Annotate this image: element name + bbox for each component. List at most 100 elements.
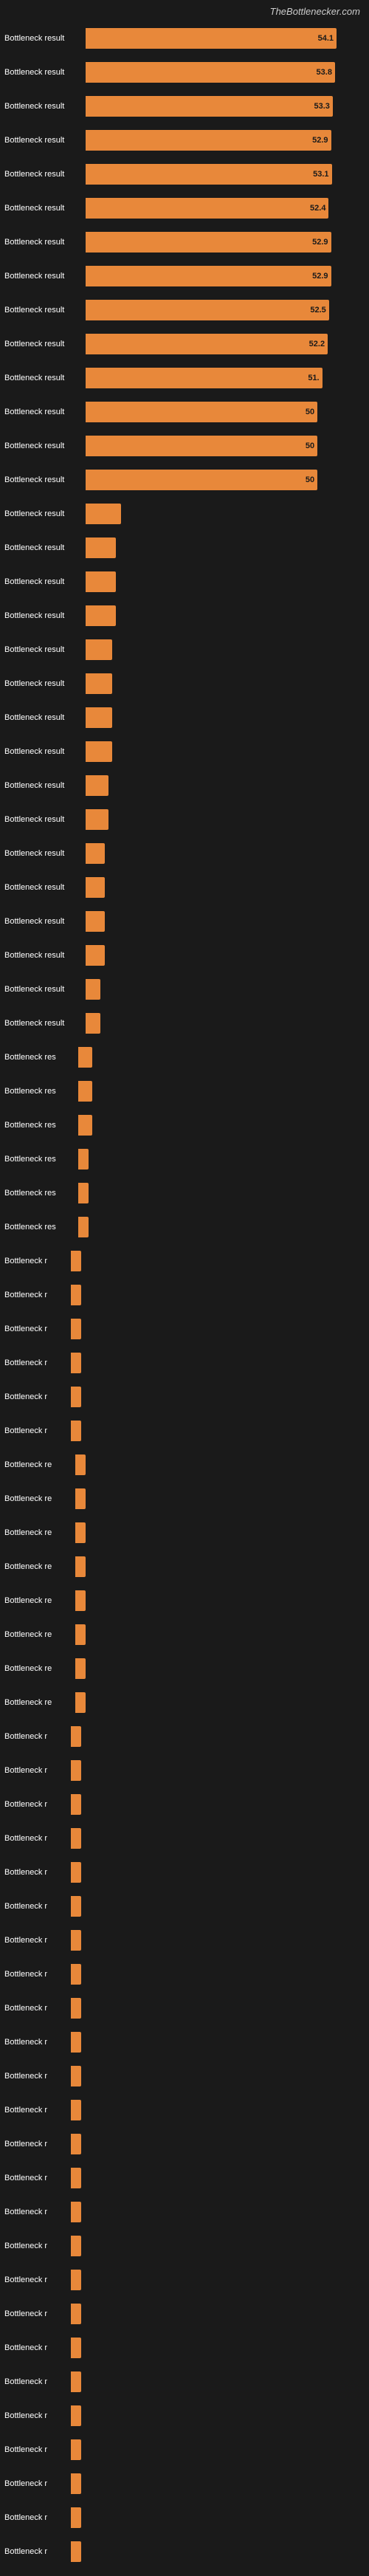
bar-row: Bottleneck r xyxy=(0,1383,369,1411)
bar-label: Bottleneck r xyxy=(4,1257,71,1265)
bar-wrapper xyxy=(71,1421,365,1441)
bar-row: Bottleneck result52.5 xyxy=(0,296,369,324)
bar-wrapper xyxy=(86,537,365,558)
bar-row: Bottleneck r xyxy=(0,2436,369,2464)
bar-label: Bottleneck result xyxy=(4,815,86,824)
bar-label: Bottleneck re xyxy=(4,1596,75,1605)
bar-fill xyxy=(71,1964,81,1985)
bar-fill xyxy=(71,1998,81,2019)
bar-wrapper: 52.4 xyxy=(86,198,365,219)
bar-label: Bottleneck r xyxy=(4,2174,71,2182)
bar-row: Bottleneck result53.1 xyxy=(0,160,369,188)
bar-row: Bottleneck r xyxy=(0,1417,369,1445)
bar-row: Bottleneck result xyxy=(0,670,369,698)
bar-wrapper: 52.9 xyxy=(86,130,365,151)
bar-fill xyxy=(75,1692,86,1713)
bar-wrapper: 54.1 xyxy=(86,28,365,49)
bar-row: Bottleneck result50 xyxy=(0,466,369,494)
bar-fill xyxy=(86,639,112,660)
bar-fill xyxy=(71,2304,81,2324)
bar-wrapper xyxy=(86,639,365,660)
bar-wrapper xyxy=(71,2032,365,2053)
bar-wrapper xyxy=(71,2236,365,2256)
bar-row: Bottleneck result xyxy=(0,534,369,562)
bar-row: Bottleneck result xyxy=(0,941,369,969)
bar-row: Bottleneck result xyxy=(0,806,369,834)
bar-fill: 50 xyxy=(86,470,317,490)
bar-wrapper xyxy=(71,2473,365,2494)
bar-wrapper xyxy=(86,707,365,728)
bar-row: Bottleneck result xyxy=(0,907,369,935)
bar-wrapper xyxy=(71,1285,365,1305)
bar-row: Bottleneck r xyxy=(0,2028,369,2056)
bar-label: Bottleneck result xyxy=(4,577,86,586)
bar-row: Bottleneck result53.3 xyxy=(0,92,369,120)
bar-fill xyxy=(71,2405,81,2426)
bar-fill xyxy=(86,945,105,966)
bar-label: Bottleneck r xyxy=(4,2106,71,2115)
bar-label: Bottleneck r xyxy=(4,1766,71,1775)
bar-row: Bottleneck res xyxy=(0,1111,369,1139)
bar-row: Bottleneck r xyxy=(0,1960,369,1988)
bar-row: Bottleneck r xyxy=(0,2266,369,2294)
bar-label: Bottleneck result xyxy=(4,374,86,382)
bar-label: Bottleneck r xyxy=(4,1291,71,1299)
bar-fill xyxy=(71,1387,81,1407)
bar-wrapper xyxy=(71,2338,365,2358)
bar-label: Bottleneck r xyxy=(4,1902,71,1911)
bar-wrapper: 53.8 xyxy=(86,62,365,83)
bar-wrapper xyxy=(71,1862,365,1883)
bar-row: Bottleneck result xyxy=(0,873,369,901)
bar-fill: 53.3 xyxy=(86,96,333,117)
bar-label: Bottleneck result xyxy=(4,917,86,926)
bar-fill xyxy=(86,877,105,898)
bar-wrapper xyxy=(86,843,365,864)
bar-row: Bottleneck r xyxy=(0,1892,369,1920)
bar-fill xyxy=(86,775,108,796)
bar-fill xyxy=(78,1149,89,1169)
bar-fill xyxy=(86,707,112,728)
bar-fill xyxy=(71,1353,81,1373)
bar-label: Bottleneck result xyxy=(4,136,86,145)
bar-label: Bottleneck r xyxy=(4,1936,71,1945)
bar-wrapper: 52.9 xyxy=(86,266,365,286)
bar-fill xyxy=(71,2371,81,2392)
bar-row: Bottleneck r xyxy=(0,2130,369,2158)
bar-label: Bottleneck result xyxy=(4,951,86,960)
bar-label: Bottleneck r xyxy=(4,1732,71,1741)
bar-wrapper xyxy=(71,1760,365,1781)
bar-row: Bottleneck r xyxy=(0,2402,369,2430)
bar-label: Bottleneck result xyxy=(4,713,86,722)
bar-wrapper xyxy=(86,945,365,966)
bar-fill xyxy=(78,1217,89,1237)
bar-value: 50 xyxy=(306,475,314,484)
bar-label: Bottleneck r xyxy=(4,2479,71,2488)
bar-row: Bottleneck r xyxy=(0,1790,369,1818)
bar-wrapper: 50 xyxy=(86,470,365,490)
bar-row: Bottleneck result50 xyxy=(0,432,369,460)
bar-fill xyxy=(71,1828,81,1849)
bar-fill xyxy=(71,1319,81,1339)
bar-fill xyxy=(78,1047,92,1068)
bar-wrapper xyxy=(71,1930,365,1951)
bar-wrapper: 52.5 xyxy=(86,300,365,320)
bar-label: Bottleneck result xyxy=(4,170,86,179)
bar-row: Bottleneck r xyxy=(0,1756,369,1785)
bar-label: Bottleneck r xyxy=(4,2242,71,2250)
bar-row: Bottleneck r xyxy=(0,1247,369,1275)
bar-fill xyxy=(71,1930,81,1951)
bar-wrapper: 50 xyxy=(86,436,365,456)
bar-value: 50 xyxy=(306,442,314,450)
bar-row: Bottleneck result xyxy=(0,839,369,868)
bar-wrapper xyxy=(71,2439,365,2460)
bar-label: Bottleneck result xyxy=(4,102,86,111)
bar-row: Bottleneck res xyxy=(0,1077,369,1105)
bar-wrapper xyxy=(78,1149,365,1169)
bar-row: Bottleneck result53.8 xyxy=(0,58,369,86)
bar-row: Bottleneck r xyxy=(0,2368,369,2396)
bar-row: Bottleneck result51. xyxy=(0,364,369,392)
bar-value: 52.5 xyxy=(310,306,325,315)
bar-label: Bottleneck res xyxy=(4,1189,78,1198)
bar-label: Bottleneck r xyxy=(4,2276,71,2284)
bar-row: Bottleneck result xyxy=(0,772,369,800)
